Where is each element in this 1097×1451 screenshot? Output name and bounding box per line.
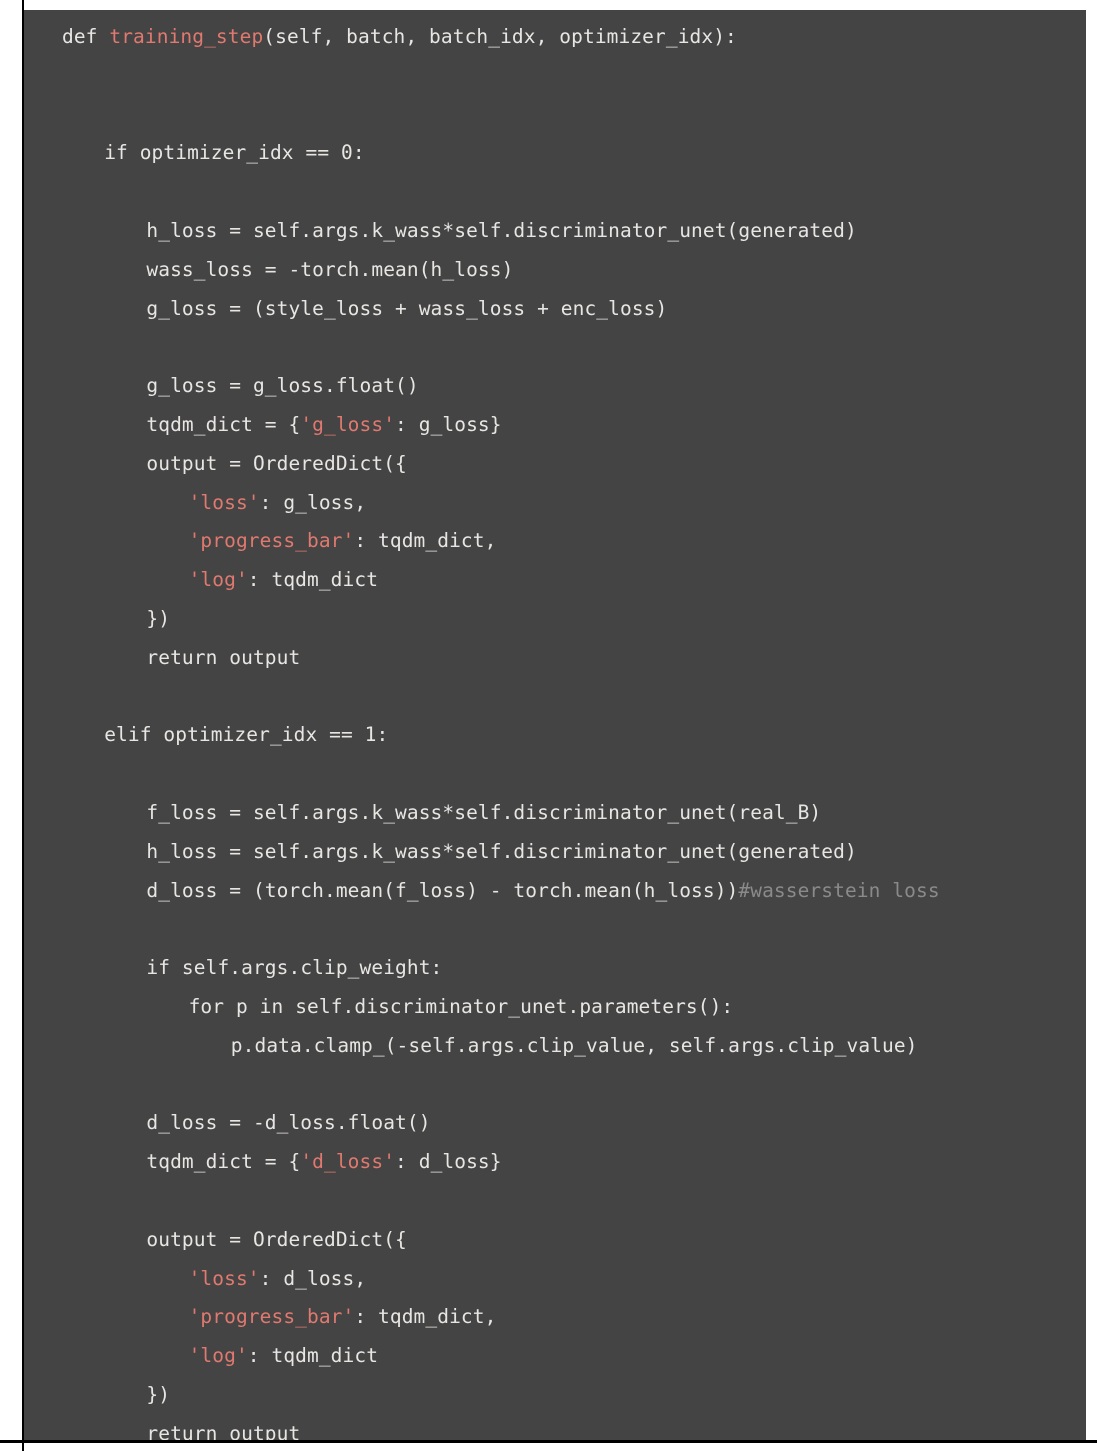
code-token-comment: #wasserstein loss xyxy=(738,878,940,902)
code-token-plain: g_loss = (style_loss + wass_loss + enc_l… xyxy=(146,296,668,320)
code-line[interactable]: if optimizer_idx == 0: xyxy=(62,134,1086,173)
code-token-kw: return xyxy=(146,1421,230,1440)
code-token-plain: d_loss = (torch.mean(f_loss) - torch.mea… xyxy=(146,878,739,902)
code-token-kw: for xyxy=(188,994,236,1018)
code-line[interactable] xyxy=(62,678,1086,717)
code-token-str: 'd_loss' xyxy=(300,1150,396,1174)
code-token-plain: : g_loss} xyxy=(395,412,502,436)
code-line[interactable]: d_loss = (torch.mean(f_loss) - torch.mea… xyxy=(62,872,1086,911)
code-token-num: 0 xyxy=(341,141,353,165)
code-token-plain: tqdm_dict = { xyxy=(146,1150,301,1174)
code-line[interactable]: def training_step(self, batch, batch_idx… xyxy=(62,18,1086,57)
code-line[interactable] xyxy=(62,57,1086,96)
code-token-plain: }) xyxy=(146,606,171,630)
code-token-plain: tqdm_dict = { xyxy=(146,412,301,436)
code-token-plain: : g_loss, xyxy=(259,490,367,514)
bottom-margin-rule xyxy=(0,1440,1097,1443)
code-token-plain: h_loss = self.args.k_wass*self.discrimin… xyxy=(146,839,857,863)
code-token-str: 'progress_bar' xyxy=(188,529,355,553)
code-block: def training_step(self, batch, batch_idx… xyxy=(22,10,1086,1440)
code-token-num: 1 xyxy=(364,723,377,747)
code-token-kw: if xyxy=(104,141,140,165)
code-token-plain: p.data.clamp_(-self.args.clip_value, sel… xyxy=(230,1033,918,1057)
code-token-plain: : d_loss} xyxy=(395,1150,502,1174)
code-line[interactable] xyxy=(62,173,1086,212)
code-line[interactable]: tqdm_dict = {'d_loss': d_loss} xyxy=(62,1143,1086,1182)
code-line[interactable]: return output xyxy=(62,639,1086,678)
code-token-kw: return xyxy=(146,645,230,669)
code-line[interactable] xyxy=(62,1066,1086,1105)
code-token-plain: : tqdm_dict xyxy=(247,1344,379,1368)
code-line[interactable]: elif optimizer_idx == 1: xyxy=(62,716,1086,755)
code-line[interactable] xyxy=(62,96,1086,135)
code-token-plain: g_loss = g_loss.float() xyxy=(146,374,419,398)
code-token-str: 'loss' xyxy=(188,490,260,514)
code-line[interactable]: 'progress_bar': tqdm_dict, xyxy=(62,522,1086,561)
code-line[interactable]: 'loss': d_loss, xyxy=(62,1260,1086,1299)
code-token-plain: : xyxy=(376,723,389,747)
code-line[interactable] xyxy=(62,755,1086,794)
code-token-plain: d_loss = -d_loss.float() xyxy=(146,1111,431,1135)
code-token-plain: (self, batch, batch_idx, optimizer_idx): xyxy=(263,25,737,48)
code-line[interactable] xyxy=(62,328,1086,367)
code-line[interactable] xyxy=(62,910,1086,949)
code-token-str: 'progress_bar' xyxy=(188,1305,355,1329)
code-line[interactable]: }) xyxy=(62,1376,1086,1415)
code-line[interactable]: 'log': tqdm_dict xyxy=(62,1337,1086,1376)
code-line[interactable]: return output xyxy=(62,1415,1086,1440)
code-token-plain: output xyxy=(229,645,301,669)
code-token-plain: output xyxy=(229,1421,301,1440)
code-line[interactable]: h_loss = self.args.k_wass*self.discrimin… xyxy=(62,833,1086,872)
code-token-kw: if xyxy=(146,956,182,980)
code-line[interactable]: g_loss = (style_loss + wass_loss + enc_l… xyxy=(62,290,1086,329)
code-token-str: 'loss' xyxy=(188,1266,260,1290)
code-token-plain: optimizer_idx == xyxy=(139,141,341,165)
code-token-str: 'log' xyxy=(188,568,248,592)
code-line[interactable] xyxy=(62,1182,1086,1221)
code-token-kw: elif xyxy=(104,723,164,747)
code-line[interactable]: output = OrderedDict({ xyxy=(62,445,1086,484)
code-token-plain: : tqdm_dict xyxy=(247,568,379,592)
code-line[interactable]: g_loss = g_loss.float() xyxy=(62,367,1086,406)
code-line[interactable]: h_loss = self.args.k_wass*self.discrimin… xyxy=(62,212,1086,251)
code-line[interactable]: 'log': tqdm_dict xyxy=(62,561,1086,600)
code-line[interactable]: if self.args.clip_weight: xyxy=(62,949,1086,988)
code-token-kw: in xyxy=(259,994,296,1018)
code-line[interactable]: d_loss = -d_loss.float() xyxy=(62,1104,1086,1143)
code-token-str: 'g_loss' xyxy=(300,412,396,436)
code-line[interactable]: for p in self.discriminator_unet.paramet… xyxy=(62,988,1086,1027)
code-line[interactable]: p.data.clamp_(-self.args.clip_value, sel… xyxy=(62,1027,1086,1066)
code-listing[interactable]: def training_step(self, batch, batch_idx… xyxy=(62,18,1086,1440)
code-token-str: 'log' xyxy=(188,1344,248,1368)
code-token-plain: wass_loss = -torch.mean(h_loss) xyxy=(146,257,514,281)
code-token-plain: p xyxy=(235,994,260,1018)
code-token-plain: self.discriminator_unet.parameters(): xyxy=(295,994,734,1018)
code-token-plain: : tqdm_dict, xyxy=(354,529,497,553)
code-token-name: training_step xyxy=(109,25,264,48)
code-token-plain: : xyxy=(352,141,365,165)
code-token-plain: f_loss = self.args.k_wass*self.discrimin… xyxy=(146,800,822,824)
page-canvas: def training_step(self, batch, batch_idx… xyxy=(0,0,1097,1451)
code-token-plain: self.args.clip_weight: xyxy=(181,956,443,980)
code-token-plain: output = OrderedDict({ xyxy=(146,1227,407,1251)
code-line[interactable]: 'loss': g_loss, xyxy=(62,484,1086,523)
code-token-plain: h_loss = self.args.k_wass*self.discrimin… xyxy=(146,218,857,242)
code-token-plain: : d_loss, xyxy=(259,1266,367,1290)
code-line[interactable]: output = OrderedDict({ xyxy=(62,1221,1086,1260)
left-margin-rule xyxy=(22,0,24,1451)
code-line[interactable]: f_loss = self.args.k_wass*self.discrimin… xyxy=(62,794,1086,833)
code-line[interactable]: }) xyxy=(62,600,1086,639)
code-line[interactable]: 'progress_bar': tqdm_dict, xyxy=(62,1298,1086,1337)
code-line[interactable]: tqdm_dict = {'g_loss': g_loss} xyxy=(62,406,1086,445)
code-token-plain: : tqdm_dict, xyxy=(354,1305,497,1329)
code-token-plain: optimizer_idx == xyxy=(163,723,365,747)
code-token-plain: output = OrderedDict({ xyxy=(146,451,407,475)
code-token-kw: def xyxy=(62,25,110,48)
code-line[interactable]: wass_loss = -torch.mean(h_loss) xyxy=(62,251,1086,290)
code-token-plain: }) xyxy=(146,1382,171,1406)
